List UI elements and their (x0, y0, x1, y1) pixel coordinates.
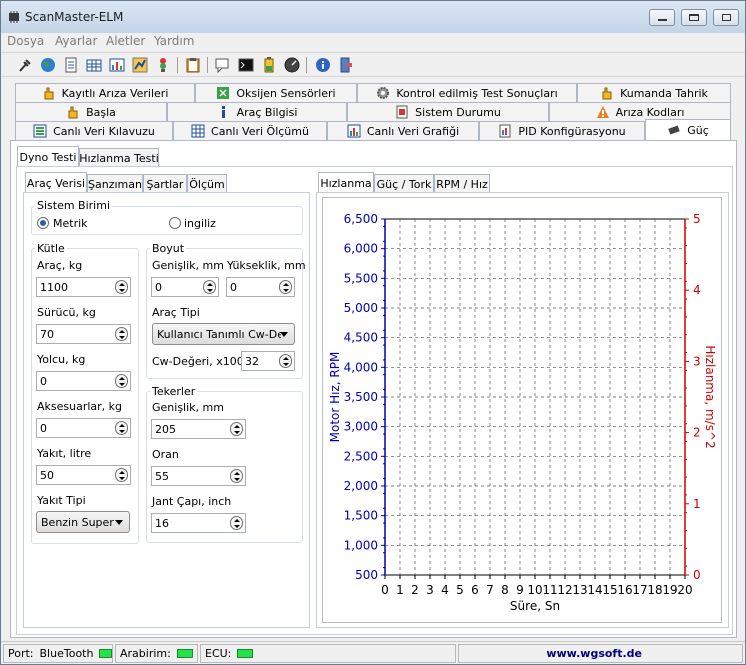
y-right-tick-label: 4 (693, 283, 701, 297)
vehicle-label: Arabirim: (120, 647, 171, 660)
vehicle-led (176, 649, 193, 658)
y-left-tick-label: 3,000 (344, 420, 378, 434)
y-left-tick-label: 2,000 (344, 479, 378, 493)
y-right-tick-label: 2 (693, 426, 701, 440)
port-value: BlueTooth (39, 647, 94, 660)
x-tick-label: 1 (396, 583, 404, 597)
y-left-tick-label: 1,000 (344, 538, 378, 552)
x-tick-label: 15 (602, 583, 617, 597)
y-right-tick-label: 1 (693, 497, 701, 511)
y-right-tick-label: 5 (693, 212, 701, 226)
y-left-tick-label: 4,500 (344, 331, 378, 345)
x-tick-label: 12 (557, 583, 572, 597)
y-left-tick-label: 6,000 (344, 242, 378, 256)
x-tick-label: 18 (647, 583, 662, 597)
ecu-status: ECU: (200, 644, 456, 663)
y-left-tick-label: 5,500 (344, 271, 378, 285)
status-bar: Port: BlueTooth Arabirim: ECU: www.wgsoft… (1, 641, 745, 664)
y-left-tick-label: 4,000 (344, 360, 378, 374)
x-tick-label: 8 (501, 583, 509, 597)
x-axis-label: Süre, Sn (510, 599, 560, 613)
x-tick-label: 11 (542, 583, 557, 597)
port-label: Port: (8, 647, 34, 660)
x-tick-label: 3 (426, 583, 434, 597)
x-tick-label: 19 (662, 583, 677, 597)
y-left-tick-label: 5,000 (344, 301, 378, 315)
x-tick-label: 20 (677, 583, 692, 597)
y-left-axis-label: Motor Hız, RPM (328, 352, 342, 443)
y-left-tick-label: 2,500 (344, 449, 378, 463)
x-tick-label: 17 (632, 583, 647, 597)
ecu-led (237, 649, 254, 658)
port-led (99, 649, 112, 658)
acceleration-chart: 0 1 2 3 4 5 6 7 8 9 10 11 12 13 14 15 16 17 18 19 206,5006,0… (328, 212, 717, 613)
x-tick-label: 16 (617, 583, 632, 597)
x-tick-label: 9 (516, 583, 524, 597)
main-window: ScanMaster-ELM Dosya Ayarlar Aletler Yar… (0, 0, 746, 665)
x-tick-label: 0 (381, 583, 389, 597)
y-left-tick-label: 6,500 (344, 212, 378, 226)
y-right-tick-label: 0 (693, 568, 701, 582)
y-left-tick-label: 500 (355, 568, 378, 582)
port-status: Port: BlueTooth (3, 644, 113, 663)
x-tick-label: 13 (572, 583, 587, 597)
x-tick-label: 5 (456, 583, 464, 597)
x-tick-label: 10 (527, 583, 542, 597)
y-right-axis-label: Hızlanma, m/s^2 (703, 345, 717, 448)
url-panel: www.wgsoft.de (458, 644, 743, 663)
ecu-label: ECU: (205, 647, 232, 660)
x-tick-label: 6 (471, 583, 479, 597)
vehicle-status: Arabirim: (115, 644, 198, 663)
x-tick-label: 2 (411, 583, 419, 597)
x-tick-label: 14 (587, 583, 602, 597)
website-link[interactable]: www.wgsoft.de (546, 647, 642, 660)
y-right-tick-label: 3 (693, 354, 701, 368)
y-left-tick-label: 1,500 (344, 509, 378, 523)
y-left-tick-label: 3,500 (344, 390, 378, 404)
x-tick-label: 7 (486, 583, 494, 597)
x-tick-label: 4 (441, 583, 449, 597)
